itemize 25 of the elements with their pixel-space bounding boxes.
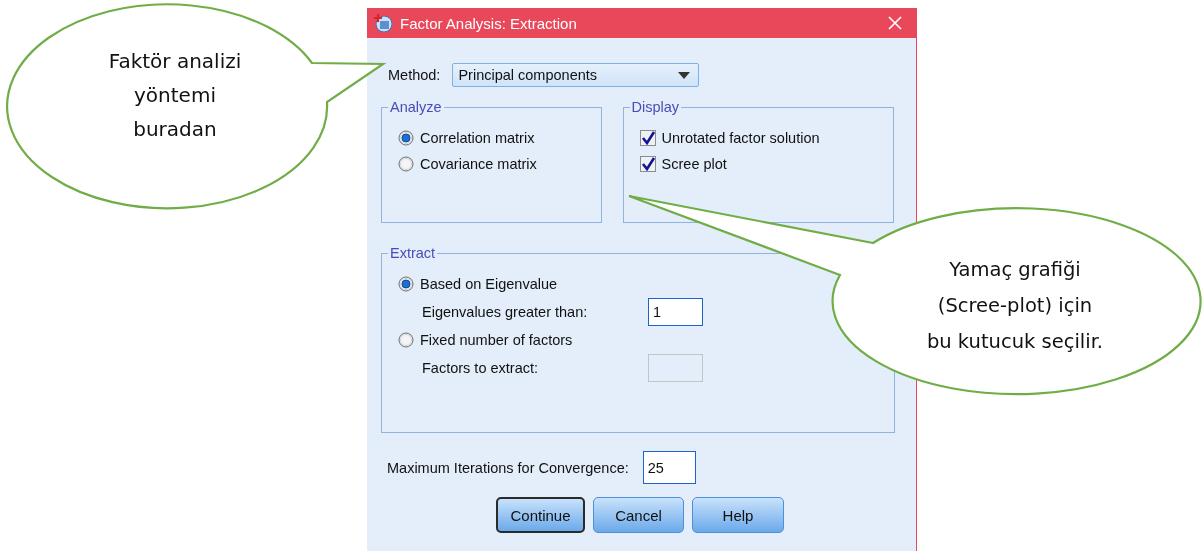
input-field[interactable]: 25	[642, 451, 696, 484]
dialog-button[interactable]: Cancel	[593, 497, 684, 533]
field-label: Eigenvalues greater than:	[422, 304, 589, 320]
callout-text: Yamaç grafiği (Scree-plot) için bu kutucuk seçilir.	[925, 257, 1105, 355]
checkbox-option[interactable]: Unrotated factor solution	[639, 130, 820, 146]
radio-option[interactable]: Based on Eigenvalue	[398, 276, 558, 292]
method-label: Method:	[388, 67, 441, 83]
checkbox-option[interactable]: Scree plot	[639, 156, 727, 172]
radio-option[interactable]: Covariance matrix	[398, 156, 537, 172]
group-title: Extract	[388, 245, 438, 261]
radio-option[interactable]: Fixed number of factors	[398, 332, 573, 348]
window-title: Factor Analysis: Extraction	[400, 14, 578, 32]
dialog-button[interactable]: Help	[692, 497, 784, 533]
field-label: Factors to extract:	[422, 360, 540, 376]
close-icon[interactable]	[888, 16, 902, 30]
method-dropdown[interactable]: Principal components	[452, 63, 700, 87]
dialog-button[interactable]: Continue	[496, 497, 585, 533]
field-label: Maximum Iterations for Convergence:	[387, 459, 629, 476]
input-field[interactable]: 1	[648, 298, 703, 326]
callout-text: Faktör analizi yöntemi buradan	[107, 48, 243, 143]
caret-icon	[678, 71, 691, 79]
radio-option[interactable]: Correlation matrix	[398, 130, 535, 146]
group-title: Analyze	[388, 99, 444, 115]
group-title: Display	[629, 99, 682, 115]
app-icon	[374, 13, 394, 33]
